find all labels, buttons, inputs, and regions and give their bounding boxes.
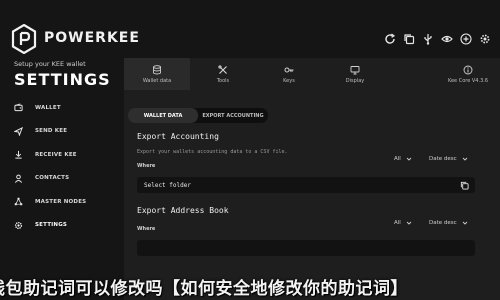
tab-version[interactable]: Kee Core V4.3.6 [436, 58, 500, 90]
top-bar: POWERKEE [0, 0, 500, 56]
chevron-down-icon [462, 221, 467, 225]
settings-icon[interactable] [477, 31, 492, 46]
key-icon [284, 67, 294, 72]
tab-label: Kee Core V4.3.6 [447, 77, 489, 84]
sort-value: Date desc [429, 220, 457, 226]
sidebar-item-label: CONTACTS [35, 175, 70, 182]
where-label: Where [137, 163, 156, 169]
sidebar-nav: WALLET SEND KEE RECEIVE KEE CONTACTS MAS… [0, 96, 120, 237]
folder-select-placeholder: Select folder [144, 181, 191, 189]
data-subtabs: WALLET DATA EXPORT ACCOUNTING [128, 108, 268, 123]
filter-all-value: All [394, 156, 401, 162]
export-address-book-title: Export Address Book [137, 206, 229, 215]
send-icon [14, 126, 23, 136]
chevron-down-icon [462, 157, 467, 161]
export-accounting-description: Export your wallets accounting data to a… [137, 149, 288, 155]
sidebar-item-contacts[interactable]: CONTACTS [0, 167, 120, 191]
tools-icon [218, 64, 227, 74]
brand-name: POWERKEE [44, 30, 140, 46]
sidebar-item-label: SETTINGS [35, 222, 68, 229]
info-icon [463, 65, 473, 74]
subtab-export-accounting[interactable]: EXPORT ACCOUNTING [198, 108, 268, 123]
settings-tabs: Wallet data Tools Keys Display Kee Core … [124, 58, 500, 90]
folder-select-field[interactable]: Select folder [137, 177, 475, 193]
refresh-icon[interactable] [382, 31, 397, 46]
sidebar-item-settings[interactable]: SETTINGS [0, 214, 120, 238]
tab-keys[interactable]: Keys [256, 58, 322, 90]
chevron-down-icon [406, 157, 412, 161]
sidebar: Setup your KEE wallet SETTINGS WALLET SE… [0, 56, 120, 300]
masternodes-icon [14, 197, 23, 206]
usb-icon[interactable] [420, 31, 435, 46]
contacts-icon [14, 174, 23, 183]
main-panel: Wallet data Tools Keys Display Kee Core … [124, 58, 500, 300]
filter-all-value: All [394, 220, 401, 226]
where-label: Where [137, 226, 156, 232]
sidebar-item-label: WALLET [35, 104, 61, 111]
tab-label: Display [345, 77, 365, 84]
export-accounting-title: Export Accounting [137, 132, 219, 141]
database-icon [153, 64, 161, 74]
sort-dropdown[interactable]: Date desc [429, 220, 468, 226]
sidebar-item-label: SEND KEE [35, 128, 68, 135]
sidebar-item-label: MASTER NODES [35, 198, 87, 205]
sidebar-subtitle: Setup your KEE wallet [14, 60, 86, 68]
tab-label: Keys [283, 77, 295, 84]
filter-all-dropdown[interactable]: All [394, 156, 412, 162]
plus-icon[interactable] [458, 31, 473, 46]
tab-label: Wallet data [142, 77, 172, 84]
eye-icon[interactable] [439, 31, 454, 46]
top-toolbar [382, 31, 492, 46]
tab-wallet-data[interactable]: Wallet data [124, 58, 190, 90]
copy-icon[interactable] [460, 181, 469, 190]
sidebar-item-label: RECEIVE KEE [35, 151, 77, 158]
tab-tools[interactable]: Tools [190, 58, 256, 90]
sidebar-item-receive-kee[interactable]: RECEIVE KEE [0, 143, 120, 167]
display-icon [350, 65, 360, 74]
subtab-wallet-data[interactable]: WALLET DATA [128, 108, 198, 123]
powerkee-logo-icon [11, 24, 37, 54]
copy-icon[interactable] [401, 31, 416, 46]
tab-display[interactable]: Display [322, 58, 388, 90]
settings-icon [14, 221, 23, 229]
sidebar-item-send-kee[interactable]: SEND KEE [0, 120, 120, 144]
sidebar-item-master-nodes[interactable]: MASTER NODES [0, 190, 120, 214]
address-book-folder-field[interactable] [137, 240, 475, 256]
chevron-down-icon [406, 221, 412, 225]
overlay-banner-text: 钱包助记词可以修改吗【如何安全地修改你的助记词】 [0, 279, 408, 299]
sort-dropdown[interactable]: Date desc [429, 156, 468, 162]
sidebar-item-wallet[interactable]: WALLET [0, 96, 120, 120]
filter-all-dropdown[interactable]: All [394, 220, 412, 226]
tab-label: Tools [216, 77, 230, 84]
sort-value: Date desc [429, 156, 457, 162]
sidebar-title: SETTINGS [14, 70, 111, 89]
receive-icon [15, 151, 22, 159]
wallet-icon [14, 103, 23, 112]
